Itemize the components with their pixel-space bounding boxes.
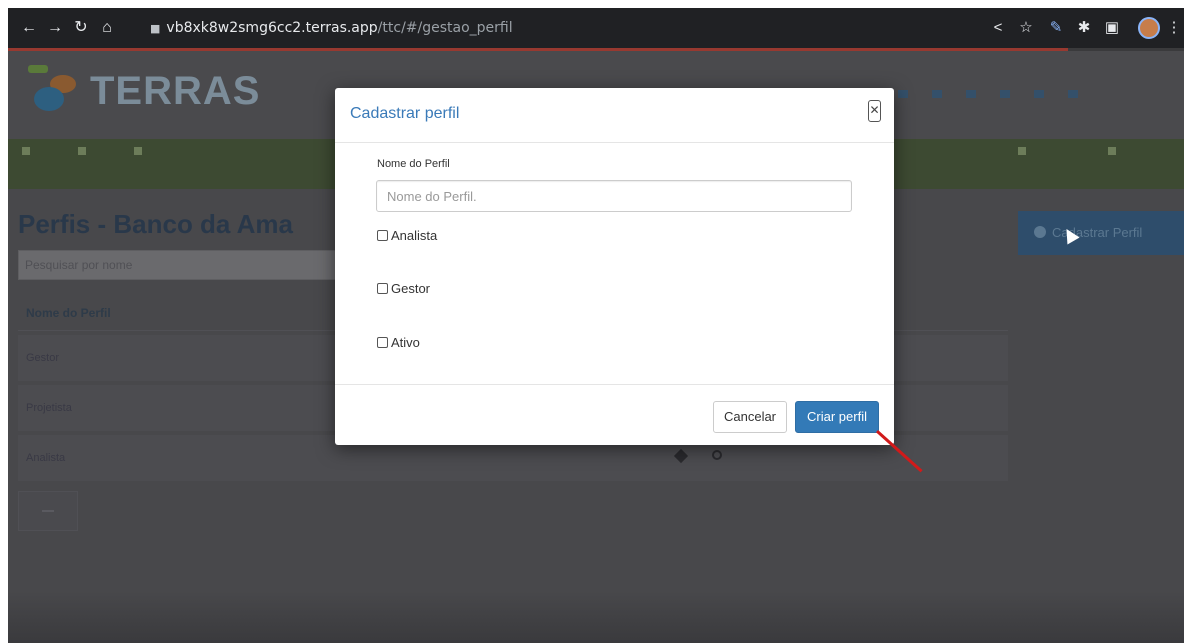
terras-logo: TERRAS (28, 65, 288, 125)
nome-perfil-input[interactable] (376, 180, 852, 212)
modal-header: Cadastrar perfil ✕ (335, 88, 894, 143)
nome-perfil-label: Nome do Perfil (377, 158, 450, 170)
browser-menu-icon[interactable]: ⋮ (1164, 17, 1184, 39)
bookmark-star-icon[interactable]: ☆ (1016, 17, 1036, 39)
edit-pencil-icon[interactable] (673, 448, 689, 464)
home-icon[interactable]: ⌂ (96, 17, 118, 39)
address-bar[interactable]: ■ vb8xk8w2smg6cc2.terras.app/ttc/#/gestao… (150, 17, 513, 39)
header-icon[interactable] (932, 89, 942, 98)
pagination-dash (42, 510, 54, 512)
page-title: Perfis - Banco da Ama (18, 209, 294, 239)
ativo-checkbox-row[interactable]: Ativo (377, 334, 420, 352)
close-icon[interactable]: ✕ (868, 100, 881, 122)
nav-icon (78, 147, 86, 155)
reload-icon[interactable]: ↻ (70, 17, 92, 39)
table-cell: Analista (26, 452, 66, 464)
share-icon[interactable]: < (988, 17, 1008, 39)
page-footer (8, 591, 1184, 643)
browser-toolbar: ← → ↻ ⌂ ■ vb8xk8w2smg6cc2.terras.app/ttc/… (8, 8, 1184, 48)
lock-icon: ■ (150, 22, 161, 35)
profile-avatar[interactable] (1138, 17, 1160, 39)
nav-icon (1108, 147, 1116, 155)
modal-title: Cadastrar perfil (350, 105, 460, 122)
header-icon[interactable] (1034, 89, 1044, 98)
nav-item[interactable] (134, 147, 142, 161)
ativo-checkbox[interactable] (377, 337, 388, 348)
cadastrar-perfil-modal: Cadastrar perfil ✕ Nome do Perfil Analis… (335, 88, 894, 445)
nav-item[interactable] (78, 147, 86, 161)
analista-checkbox[interactable] (377, 230, 388, 241)
screen: ← → ↻ ⌂ ■ vb8xk8w2smg6cc2.terras.app/ttc/… (8, 8, 1184, 643)
logo-text: TERRAS (90, 69, 261, 113)
nav-item[interactable] (1108, 147, 1116, 161)
cadastrar-perfil-button[interactable]: Cadastrar Perfil (1018, 211, 1184, 255)
search-input[interactable]: Pesquisar por nome (18, 250, 338, 280)
modal-footer: Cancelar Criar perfil (335, 384, 894, 445)
nav-icon (22, 147, 30, 155)
logo-mark (34, 87, 64, 111)
header-icons (898, 85, 1184, 105)
header-icon[interactable] (966, 89, 976, 98)
gestor-checkbox-row[interactable]: Gestor (377, 280, 430, 298)
forward-arrow-icon[interactable]: → (44, 17, 66, 39)
logo-mark (28, 65, 48, 73)
url-host: vb8xk8w2smg6cc2.terras.app (166, 20, 378, 36)
header-icon[interactable] (1068, 89, 1078, 98)
side-panel-icon[interactable]: ▣ (1102, 17, 1122, 39)
criar-perfil-button[interactable]: Criar perfil (795, 401, 879, 433)
gestor-checkbox[interactable] (377, 283, 388, 294)
back-arrow-icon[interactable]: ← (18, 17, 40, 39)
table-cell: Gestor (26, 352, 60, 364)
nav-icon (134, 147, 142, 155)
analista-checkbox-row[interactable]: Analista (377, 227, 437, 245)
pagination[interactable] (18, 491, 78, 531)
extensions-puzzle-icon[interactable]: ✱ (1074, 17, 1094, 39)
cancel-button[interactable]: Cancelar (713, 401, 787, 433)
nav-item[interactable] (22, 147, 30, 161)
gestor-label: Gestor (391, 281, 431, 296)
nav-item[interactable] (1018, 147, 1026, 161)
pen-extension-icon[interactable]: ✎ (1046, 17, 1066, 39)
header-icon[interactable] (1000, 89, 1010, 98)
plus-circle-icon (1034, 226, 1046, 238)
analista-label: Analista (391, 228, 438, 243)
ativo-label: Ativo (391, 335, 420, 350)
block-icon[interactable] (712, 450, 722, 460)
nav-icon (1018, 147, 1026, 155)
header-icon[interactable] (898, 89, 908, 98)
url-path: /ttc/#/gestao_perfil (377, 20, 513, 36)
table-cell: Projetista (26, 402, 72, 414)
